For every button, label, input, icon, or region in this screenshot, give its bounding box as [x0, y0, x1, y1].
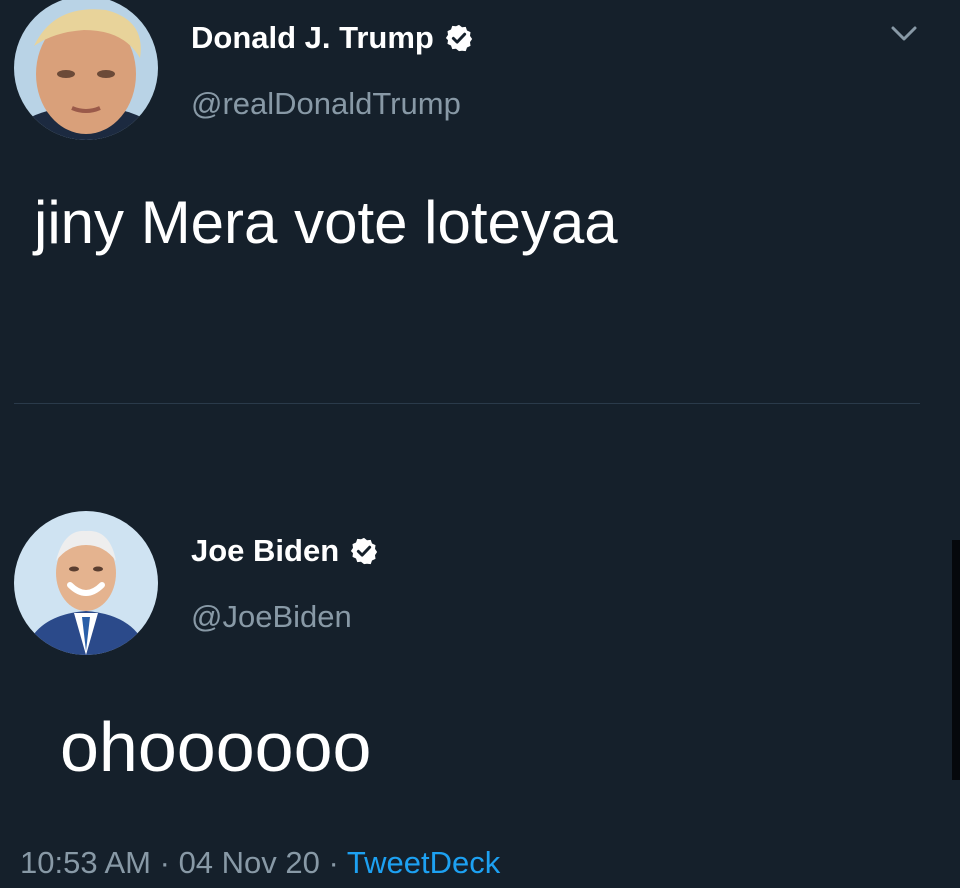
verified-badge-icon — [445, 24, 472, 52]
tweet-date[interactable]: 04 Nov 20 — [179, 845, 320, 880]
author-handle[interactable]: @JoeBiden — [191, 599, 352, 635]
avatar-trump[interactable] — [14, 0, 158, 140]
tweet-time[interactable]: 10:53 AM — [20, 845, 151, 880]
tweet-source-link[interactable]: TweetDeck — [347, 845, 500, 880]
author-name[interactable]: Joe Biden — [191, 533, 339, 569]
tweet-text: ohoooooo — [60, 708, 372, 786]
avatar-biden[interactable] — [14, 511, 158, 655]
verified-badge-icon — [351, 537, 378, 565]
author-row: Donald J. Trump — [191, 20, 474, 56]
author-name[interactable]: Donald J. Trump — [191, 20, 434, 56]
meta-separator: · — [328, 845, 339, 880]
avatar-trump-image — [14, 0, 158, 140]
tweet-screenshot: Donald J. Trump @realDonaldTrump jiny Me… — [0, 0, 960, 888]
avatar-biden-image — [14, 511, 158, 655]
meta-separator: · — [159, 845, 170, 880]
chevron-down-icon[interactable] — [890, 24, 918, 44]
author-handle[interactable]: @realDonaldTrump — [191, 86, 461, 122]
tweet-text: jiny Mera vote loteyaa — [34, 189, 618, 256]
tweet-meta: 10:53 AM · 04 Nov 20 · TweetDeck — [20, 845, 500, 881]
divider — [14, 403, 920, 404]
author-row: Joe Biden — [191, 533, 379, 569]
right-edge-shadow — [952, 540, 960, 780]
